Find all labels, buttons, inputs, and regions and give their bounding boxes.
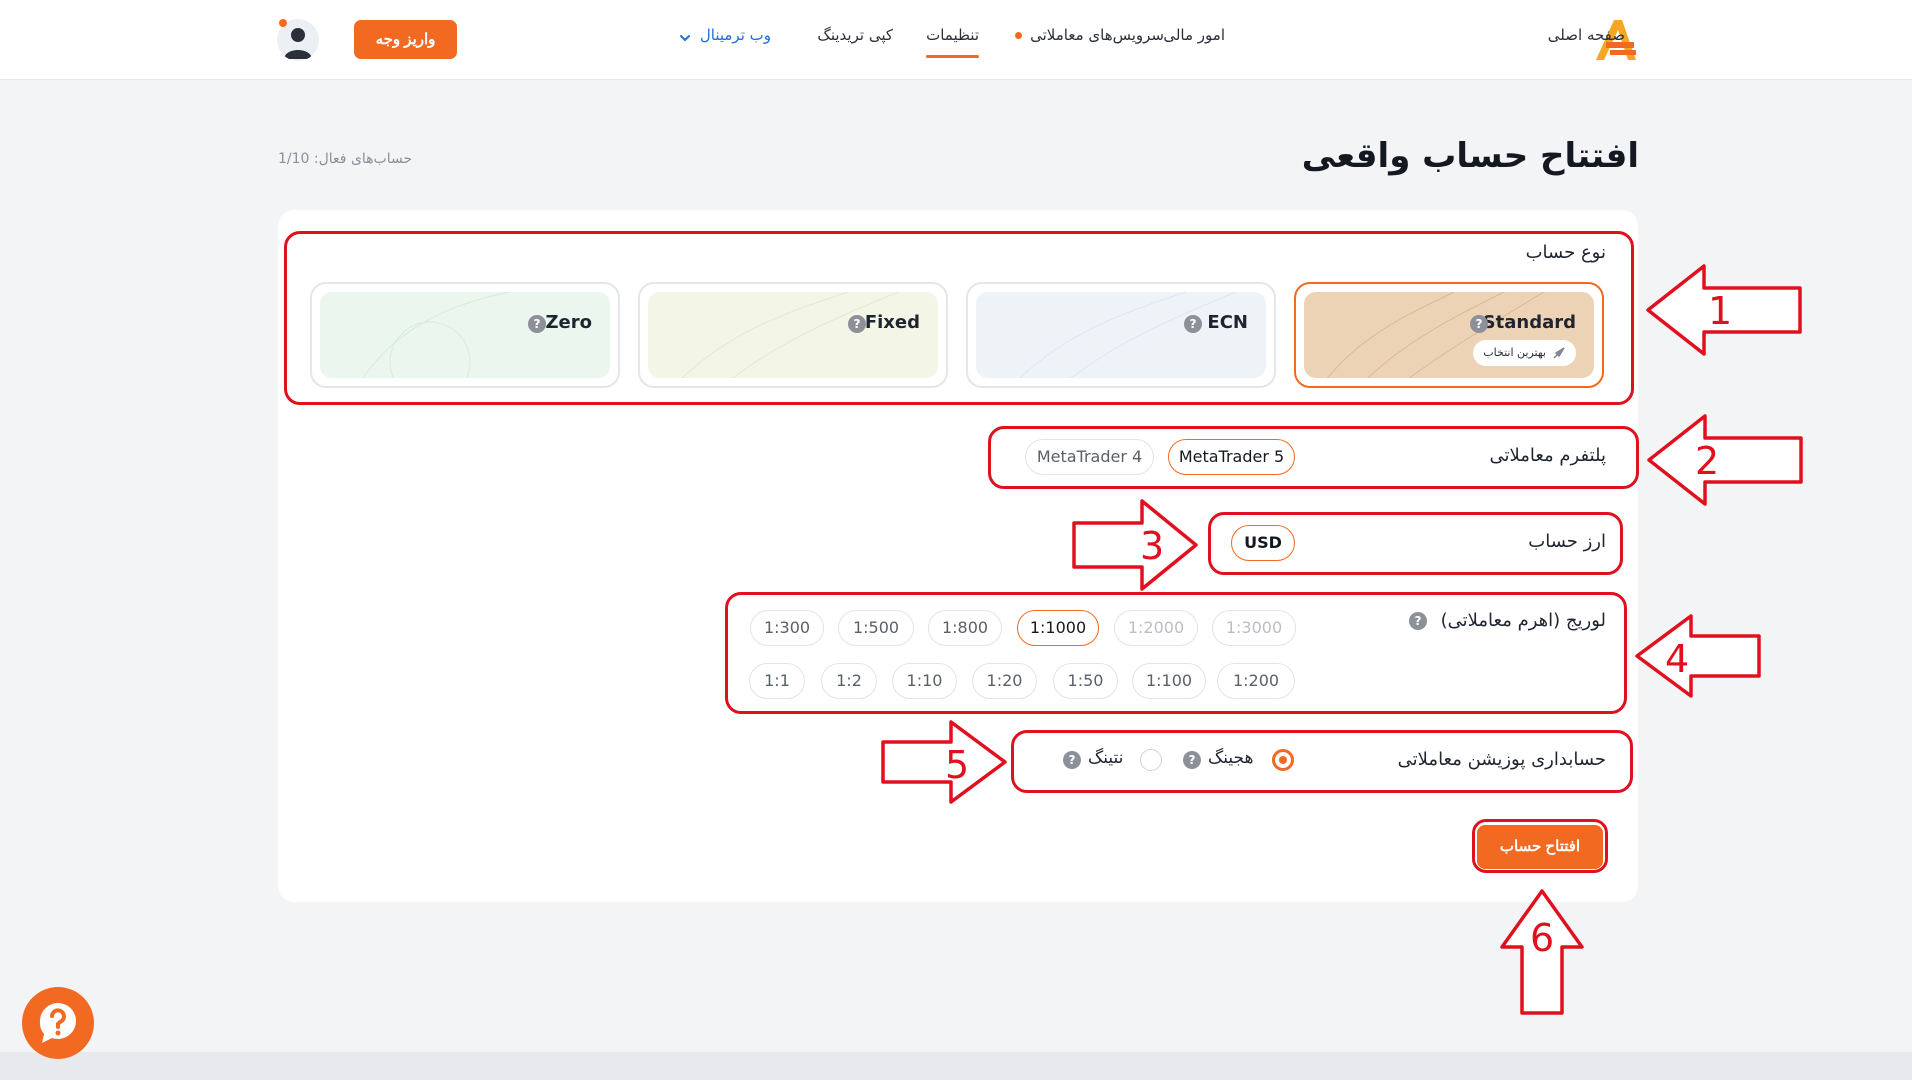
leverage-label: لوریج (اهرم معاملاتی) [1440,610,1606,631]
nav-home[interactable]: صفحه اصلی [1548,26,1625,44]
chevron-down-icon[interactable] [678,31,692,45]
hedging-help-icon[interactable]: ? [1183,751,1201,769]
support-chat-button[interactable] [22,987,94,1059]
leverage-option[interactable]: 1:10 [892,663,957,699]
nav-trading-services-label: سرویس‌های معاملاتی [1030,26,1164,44]
leverage-option[interactable]: 1:500 [838,610,914,646]
account-card-pattern [648,292,938,378]
currency-label: ارز حساب [1528,531,1606,552]
chat-help-icon [39,1003,76,1043]
annotation-number: 6 [1530,916,1554,960]
annotation-arrow-up-6: 6 [1500,889,1584,1015]
leverage-help-icon[interactable]: ? [1409,612,1427,630]
radio-hedging[interactable] [1272,749,1294,771]
help-icon[interactable]: ? [1184,315,1202,333]
annotation-number: 5 [945,743,969,787]
help-icon[interactable]: ? [1470,315,1488,333]
avatar-notification-dot [279,19,287,27]
open-account-button[interactable]: افتتاح حساب [1477,825,1603,869]
annotation-arrow-left-1: 1 [1646,264,1802,356]
nav-trading-services[interactable]: سرویس‌های معاملاتی [1015,26,1164,44]
top-header: صفحه اصلی امور مالی سرویس‌های معاملاتی ت… [0,0,1912,80]
leverage-option[interactable]: 1:200 [1217,663,1295,699]
help-icon[interactable]: ? [528,315,546,333]
annotation-arrow-right-3: 3 [1072,499,1198,591]
account-type-zero[interactable]: Zero ? [310,282,620,388]
leverage-option[interactable]: 1:2 [821,663,877,699]
account-type-name: Standard [1482,312,1576,333]
nav-web-terminal[interactable]: وب ترمینال [700,26,771,44]
currency-option-usd[interactable]: USD [1231,525,1295,561]
leverage-option[interactable]: 1:2000 [1114,610,1198,646]
help-icon[interactable]: ? [848,315,866,333]
netting-label[interactable]: نتینگ [1088,748,1123,768]
leverage-option[interactable]: 1:3000 [1212,610,1296,646]
radio-netting[interactable] [1140,749,1162,771]
account-type-ecn[interactable]: ECN ? [966,282,1276,388]
account-type-standard[interactable]: Standard ? بهترین انتخاب [1294,282,1604,388]
nav-settings-label: تنظیمات [926,26,979,44]
account-type-name: ECN [1207,312,1248,333]
best-choice-badge: بهترین انتخاب [1473,340,1576,366]
page-title: افتتاح حساب واقعی [1301,136,1639,176]
footer-strip [0,1052,1912,1080]
annotation-arrow-right-5: 5 [881,720,1007,804]
nav-settings[interactable]: تنظیمات [926,26,979,58]
account-type-name: Zero [545,312,592,333]
rocket-icon [1553,347,1565,359]
deposit-button[interactable]: واریز وجه [354,20,457,59]
account-type-fixed[interactable]: Fixed ? [638,282,948,388]
nav-finance[interactable]: امور مالی [1163,26,1225,44]
hedging-label[interactable]: هجینگ [1208,748,1253,768]
leverage-option[interactable]: 1:100 [1132,663,1206,699]
leverage-option[interactable]: 1:800 [928,610,1002,646]
nav-copy-trading[interactable]: کپی تریدینگ [817,26,893,44]
leverage-option[interactable]: 1:300 [750,610,824,646]
leverage-option[interactable]: 1:1000 [1017,610,1099,646]
account-type-label: نوع حساب [1525,242,1606,263]
annotation-number: 4 [1665,637,1689,681]
platform-label: پلتفرم معاملاتی [1489,445,1606,466]
annotation-number: 3 [1140,524,1164,568]
leverage-option[interactable]: 1:1 [749,663,805,699]
account-type-name: Fixed [864,312,920,333]
account-card-pattern [976,292,1266,378]
platform-option-mt4[interactable]: MetaTrader 4 [1025,439,1154,475]
position-accounting-label: حسابداری پوزیشن معاملاتی [1397,749,1606,770]
annotation-arrow-left-2: 2 [1647,414,1803,506]
account-card-pattern [320,292,610,378]
leverage-option[interactable]: 1:20 [972,663,1037,699]
leverage-option[interactable]: 1:50 [1053,663,1118,699]
notification-dot [1015,32,1023,39]
active-accounts-count: حساب‌های فعال: 1/10 [278,151,413,167]
annotation-number: 2 [1695,439,1719,483]
platform-option-mt5[interactable]: MetaTrader 5 [1168,439,1295,475]
best-choice-label: بهترین انتخاب [1483,346,1546,359]
annotation-number: 1 [1708,289,1732,333]
netting-help-icon[interactable]: ? [1063,751,1081,769]
annotation-arrow-left-4: 4 [1635,614,1761,698]
